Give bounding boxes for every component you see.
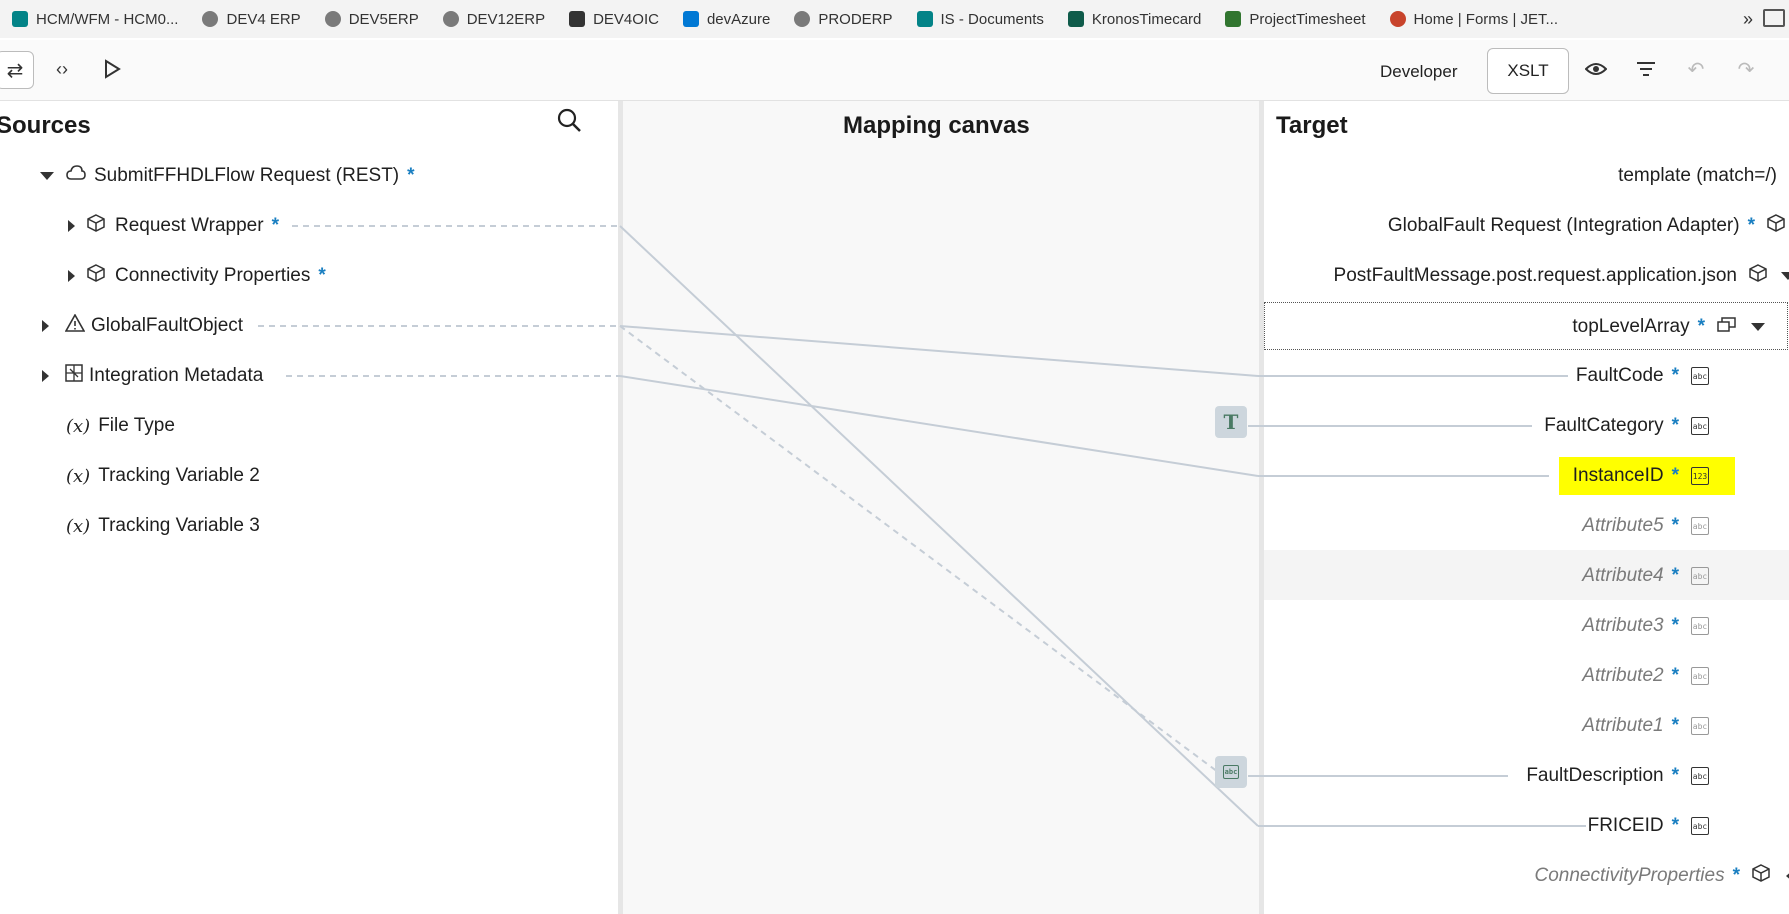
bookmark-project-timesheet[interactable]: ProjectTimesheet: [1213, 11, 1377, 28]
eye-icon[interactable]: [1578, 51, 1614, 87]
oic-icon: [569, 11, 586, 27]
search-icon[interactable]: [556, 107, 582, 138]
chevron-down-icon[interactable]: [1751, 323, 1765, 331]
sources-panel: Sources SubmitFFHDLFlow Request (REST) *…: [0, 101, 618, 914]
string-type-icon: abc: [1691, 667, 1709, 685]
test-run-icon[interactable]: [94, 51, 130, 87]
globe-icon: [324, 11, 341, 27]
undo-icon[interactable]: ↶: [1678, 51, 1714, 87]
sharepoint-icon: [12, 11, 28, 27]
bookmarks-bar: HCM/WFM - HCM0... DEV4 ERP DEV5ERP DEV12…: [0, 0, 1789, 38]
target-item-template[interactable]: template (match=/): [1618, 161, 1777, 191]
target-title: Target: [1276, 112, 1348, 139]
target-item-attribute4[interactable]: Attribute4 * abc: [1582, 561, 1709, 591]
kronos-icon: [1067, 11, 1084, 27]
string-type-icon: abc: [1691, 767, 1709, 785]
target-item-attribute3[interactable]: Attribute3 * abc: [1582, 611, 1709, 641]
target-item-friceid[interactable]: FRICEID * abc: [1588, 811, 1709, 841]
variable-icon: (x): [66, 415, 91, 437]
source-item-tracking-variable-3[interactable]: (x) Tracking Variable 3: [66, 511, 260, 541]
globe-icon: [202, 11, 219, 27]
bookmark-proderp[interactable]: PRODERP: [782, 11, 904, 28]
chevron-right-icon[interactable]: [42, 370, 49, 382]
target-item-globalfault-request[interactable]: GlobalFault Request (Integration Adapter…: [1388, 211, 1785, 241]
developer-mode-label[interactable]: Developer: [1380, 62, 1458, 82]
globe-icon: [794, 11, 811, 27]
bookmark-dev4oic[interactable]: DEV4OIC: [557, 11, 671, 28]
bookmark-devazure[interactable]: devAzure: [671, 11, 782, 28]
variable-icon: (x): [66, 515, 91, 537]
target-item-attribute2[interactable]: Attribute2 * abc: [1582, 661, 1709, 691]
number-type-icon: 123: [1691, 467, 1709, 485]
bookmark-dev4-erp[interactable]: DEV4 ERP: [190, 11, 312, 28]
canvas-title: Mapping canvas: [843, 112, 1030, 139]
bookmark-dev12erp[interactable]: DEV12ERP: [431, 11, 557, 28]
sharepoint-icon: [916, 11, 933, 27]
metadata-icon: [65, 364, 83, 388]
target-item-postfaultmessage[interactable]: PostFaultMessage.post.request.applicatio…: [1334, 261, 1789, 291]
toplevelarray-row: topLevelArray *: [1572, 312, 1765, 342]
code-view-icon[interactable]: ‹›: [44, 51, 80, 87]
source-item-submit-request[interactable]: SubmitFFHDLFlow Request (REST) *: [40, 161, 415, 191]
source-item-tracking-variable-2[interactable]: (x) Tracking Variable 2: [66, 461, 260, 491]
bookmark-kronos[interactable]: KronosTimecard: [1056, 11, 1213, 28]
target-panel: Target template (match=/) GlobalFault Re…: [1264, 101, 1789, 914]
azure-devops-icon: [682, 11, 699, 27]
mapper-toolbar: ⇄ ‹› Developer XSLT ↶ ↷: [0, 40, 1789, 101]
target-item-instanceid[interactable]: InstanceID * 123: [1558, 457, 1735, 495]
target-item-attribute1[interactable]: Attribute1 * abc: [1582, 711, 1709, 741]
target-item-faultcategory[interactable]: FaultCategory * abc: [1544, 411, 1709, 441]
warning-icon: [64, 313, 86, 338]
cube-icon: [1752, 864, 1770, 888]
chevron-right-icon[interactable]: [42, 320, 49, 332]
string-type-icon: abc: [1691, 567, 1709, 585]
target-item-attribute4-hover: [1264, 550, 1789, 600]
chevron-down-icon[interactable]: [1781, 272, 1789, 280]
cube-icon: [1749, 264, 1767, 288]
bookmark-forms[interactable]: Home | Forms | JET...: [1378, 11, 1570, 28]
function-text-node[interactable]: T: [1215, 406, 1247, 438]
cube-icon: [87, 264, 105, 288]
mapping-canvas: Mapping canvas: [623, 101, 1259, 914]
target-item-toplevelarray[interactable]: topLevelArray *: [1264, 302, 1788, 350]
redo-icon[interactable]: ↷: [1728, 51, 1764, 87]
bookmarks-overflow-icon[interactable]: »: [1743, 9, 1753, 30]
target-item-attribute5[interactable]: Attribute5 * abc: [1582, 511, 1709, 541]
cube-icon: [1767, 214, 1785, 238]
variable-icon: (x): [66, 465, 91, 487]
chevron-right-icon[interactable]: [68, 270, 75, 282]
globe-icon: [442, 11, 459, 27]
folder-icon[interactable]: [1763, 9, 1785, 27]
swap-icon[interactable]: ⇄: [0, 51, 34, 89]
string-type-icon: abc: [1691, 417, 1709, 435]
cube-icon: [87, 214, 105, 238]
rest-cloud-icon: [66, 165, 86, 187]
source-item-request-wrapper[interactable]: Request Wrapper *: [68, 211, 279, 241]
xslt-button[interactable]: XSLT: [1487, 48, 1569, 94]
bookmark-hcm-wfm[interactable]: HCM/WFM - HCM0...: [0, 11, 190, 28]
target-item-faultdescription[interactable]: FaultDescription * abc: [1526, 761, 1709, 791]
project-icon: [1225, 11, 1242, 27]
target-item-connectivityproperties[interactable]: ConnectivityProperties *: [1535, 861, 1789, 891]
source-item-global-fault-object[interactable]: GlobalFaultObject: [42, 311, 243, 341]
string-type-icon: abc: [1691, 367, 1709, 385]
filter-icon[interactable]: [1628, 51, 1664, 87]
target-item-faultcode[interactable]: FaultCode * abc: [1576, 361, 1709, 391]
string-type-icon: abc: [1691, 817, 1709, 835]
bookmark-dev5erp[interactable]: DEV5ERP: [313, 11, 431, 28]
string-type-icon: abc: [1691, 617, 1709, 635]
chevron-down-icon[interactable]: [40, 172, 54, 180]
array-icon: [1717, 316, 1737, 338]
function-string-node[interactable]: abc: [1215, 756, 1247, 788]
chevron-right-icon[interactable]: [68, 220, 75, 232]
sources-title: Sources: [0, 112, 91, 139]
string-type-icon: abc: [1691, 517, 1709, 535]
string-type-icon: abc: [1223, 765, 1239, 779]
string-type-icon: abc: [1691, 717, 1709, 735]
source-item-connectivity-properties[interactable]: Connectivity Properties *: [68, 261, 326, 291]
source-item-integration-metadata[interactable]: Integration Metadata: [42, 361, 263, 391]
source-item-file-type[interactable]: (x) File Type: [66, 411, 175, 441]
forms-icon: [1389, 11, 1406, 27]
bookmark-is-documents[interactable]: IS - Documents: [905, 11, 1056, 28]
